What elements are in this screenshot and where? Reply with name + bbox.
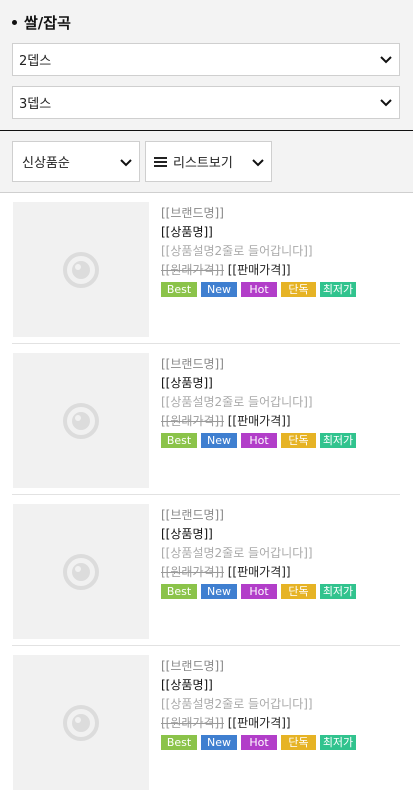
chevron-down-icon (380, 99, 392, 107)
badge-lowest-price: 최저가 (320, 584, 356, 599)
badge-new: New (201, 433, 237, 448)
badge-exclusive: 단독 (281, 584, 316, 599)
product-thumbnail[interactable] (13, 504, 149, 639)
product-info: [[브랜드명]] [[상품명]] [[상품설명2줄로 들어갑니다]] [[원래가… (161, 506, 356, 599)
view-mode-select[interactable]: 리스트보기 (145, 141, 272, 182)
product-info: [[브랜드명]] [[상품명]] [[상품설명2줄로 들어갑니다]] [[원래가… (161, 657, 356, 750)
product-description: [[상품설명2줄로 들어갑니다]] (161, 546, 313, 560)
badge-hot: Hot (241, 584, 277, 599)
sale-price: [[판매가격]] (227, 716, 291, 730)
depth3-select[interactable]: 3뎁스 (12, 86, 400, 119)
product-thumbnail[interactable] (13, 202, 149, 337)
product-item[interactable]: [[브랜드명]] [[상품명]] [[상품설명2줄로 들어갑니다]] [[원래가… (0, 344, 413, 495)
badge-exclusive: 단독 (281, 735, 316, 750)
product-description: [[상품설명2줄로 들어갑니다]] (161, 697, 313, 711)
original-price: [[원래가격]] (161, 263, 224, 277)
category-header: 쌀/잡곡 2뎁스 3뎁스 (0, 0, 413, 132)
product-description: [[상품설명2줄로 들어갑니다]] (161, 395, 313, 409)
product-brand: [[브랜드명]] (161, 508, 224, 522)
image-placeholder-icon (63, 402, 99, 439)
product-prices: [[원래가격]] [[판매가격]] (161, 412, 356, 431)
product-item[interactable]: [[브랜드명]] [[상품명]] [[상품설명2줄로 들어갑니다]] [[원래가… (0, 193, 413, 344)
product-item[interactable]: [[브랜드명]] [[상품명]] [[상품설명2줄로 들어갑니다]] [[원래가… (0, 495, 413, 646)
badge-lowest-price: 최저가 (320, 735, 356, 750)
product-thumbnail[interactable] (13, 655, 149, 790)
original-price: [[원래가격]] (161, 414, 224, 428)
badge-lowest-price: 최저가 (320, 433, 356, 448)
badge-lowest-price: 최저가 (320, 282, 356, 297)
sort-order-label: 신상품순 (22, 156, 70, 171)
category-title: 쌀/잡곡 (12, 12, 71, 33)
product-name[interactable]: [[상품명]] (161, 374, 356, 393)
badge-group: Best New Hot 단독 최저가 (161, 735, 356, 750)
depth2-select[interactable]: 2뎁스 (12, 43, 400, 76)
chevron-down-icon (120, 159, 132, 167)
badge-exclusive: 단독 (281, 282, 316, 297)
product-info: [[브랜드명]] [[상품명]] [[상품설명2줄로 들어갑니다]] [[원래가… (161, 204, 356, 297)
sort-order-select[interactable]: 신상품순 (12, 141, 140, 182)
product-list: [[브랜드명]] [[상품명]] [[상품설명2줄로 들어갑니다]] [[원래가… (0, 193, 413, 797)
image-placeholder-icon (63, 553, 99, 590)
product-description: [[상품설명2줄로 들어갑니다]] (161, 244, 313, 258)
chevron-down-icon (380, 56, 392, 64)
badge-new: New (201, 282, 237, 297)
chevron-down-icon (252, 159, 264, 167)
badge-group: Best New Hot 단독 최저가 (161, 433, 356, 448)
badge-hot: Hot (241, 433, 277, 448)
product-name[interactable]: [[상품명]] (161, 223, 356, 242)
badge-new: New (201, 735, 237, 750)
badge-best: Best (161, 282, 197, 297)
badge-group: Best New Hot 단독 최저가 (161, 584, 356, 599)
badge-best: Best (161, 584, 197, 599)
depth2-select-label: 2뎁스 (19, 54, 52, 69)
product-brand: [[브랜드명]] (161, 659, 224, 673)
image-placeholder-icon (63, 251, 99, 288)
view-mode-label: 리스트보기 (173, 156, 233, 171)
original-price: [[원래가격]] (161, 565, 224, 579)
product-item[interactable]: [[브랜드명]] [[상품명]] [[상품설명2줄로 들어갑니다]] [[원래가… (0, 646, 413, 797)
badge-best: Best (161, 735, 197, 750)
bullet-icon (12, 20, 17, 25)
badge-hot: Hot (241, 282, 277, 297)
product-brand: [[브랜드명]] (161, 206, 224, 220)
depth3-select-label: 3뎁스 (19, 97, 52, 112)
sale-price: [[판매가격]] (227, 565, 291, 579)
list-view-icon (154, 156, 167, 167)
badge-new: New (201, 584, 237, 599)
sort-bar: 신상품순 리스트보기 (0, 131, 413, 193)
product-prices: [[원래가격]] [[판매가격]] (161, 714, 356, 733)
badge-hot: Hot (241, 735, 277, 750)
product-thumbnail[interactable] (13, 353, 149, 488)
badge-best: Best (161, 433, 197, 448)
badge-exclusive: 단독 (281, 433, 316, 448)
sale-price: [[판매가격]] (227, 263, 291, 277)
original-price: [[원래가격]] (161, 716, 224, 730)
category-title-text: 쌀/잡곡 (24, 14, 71, 32)
image-placeholder-icon (63, 704, 99, 741)
product-prices: [[원래가격]] [[판매가격]] (161, 563, 356, 582)
product-brand: [[브랜드명]] (161, 357, 224, 371)
product-name[interactable]: [[상품명]] (161, 525, 356, 544)
product-info: [[브랜드명]] [[상품명]] [[상품설명2줄로 들어갑니다]] [[원래가… (161, 355, 356, 448)
product-name[interactable]: [[상품명]] (161, 676, 356, 695)
sale-price: [[판매가격]] (227, 414, 291, 428)
badge-group: Best New Hot 단독 최저가 (161, 282, 356, 297)
product-prices: [[원래가격]] [[판매가격]] (161, 261, 356, 280)
